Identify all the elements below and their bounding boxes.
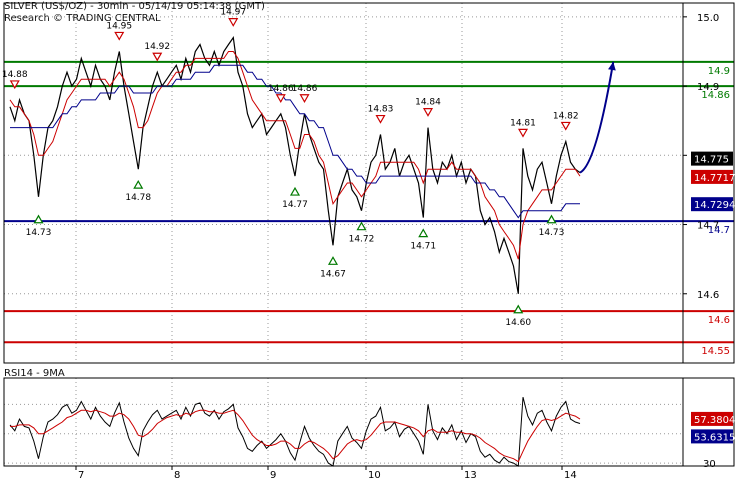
marker-low	[289, 186, 301, 196]
marker-high-label: 14.81	[510, 118, 536, 128]
marker-high	[152, 52, 163, 62]
chart-canvas[interactable]: 14.8814.7314.9514.7814.9214.9714.8614.77…	[0, 0, 735, 480]
x-tick-label: 7	[78, 470, 84, 480]
series-price	[9, 35, 581, 294]
rsi-last-value-label: 57.3804	[694, 415, 735, 426]
grid	[4, 3, 683, 466]
rsi-last-value-label: 53.6315	[694, 432, 735, 443]
series-ma-fast	[9, 51, 581, 260]
marker-low	[33, 214, 44, 224]
marker-high-label: 14.95	[106, 21, 132, 31]
series-rsi	[9, 396, 581, 467]
price-last-value-label: 14.7717	[694, 173, 735, 184]
marker-high-label: 14.97	[220, 8, 246, 18]
marker-high-label: 14.92	[144, 42, 170, 52]
x-tick-label: 10	[368, 470, 381, 480]
price-last-value-label: 14.775	[694, 155, 729, 166]
marker-low	[133, 179, 144, 189]
marker-low	[513, 304, 524, 314]
marker-high	[228, 18, 239, 27]
marker-high	[517, 128, 529, 138]
marker-high-label: 14.86	[292, 84, 318, 94]
marker-high-label: 14.84	[415, 98, 441, 108]
markers: 14.88 14.73 14.95 14.78 14.92 14.97 14.86 14.77…	[2, 8, 579, 328]
marker-low-label: 14.71	[410, 242, 436, 252]
marker-high	[299, 94, 310, 103]
x-tick-label: 14	[564, 470, 577, 480]
marker-high	[375, 114, 386, 124]
level-label-support: 14.6	[708, 315, 730, 326]
projection-arrow	[579, 61, 615, 174]
marker-low-label: 14.60	[505, 318, 531, 328]
marker-low-label: 14.78	[125, 193, 151, 203]
marker-high-label: 14.86	[268, 84, 294, 94]
marker-high	[114, 31, 125, 41]
level-label-support: 14.55	[701, 346, 730, 357]
marker-high-label: 14.83	[368, 105, 394, 115]
level-label-resistance: 14.86	[701, 90, 730, 101]
marker-high	[422, 108, 434, 117]
level-label-resistance: 14.9	[708, 66, 730, 77]
level-label-pivot: 14.7	[708, 225, 730, 236]
rsi-panel-frame	[3, 377, 735, 467]
marker-high-label: 14.88	[2, 70, 28, 80]
marker-high	[560, 121, 571, 131]
price-y-tick-label: 14.6	[697, 290, 719, 301]
marker-high	[275, 94, 286, 103]
projection-arrow-head	[608, 61, 616, 71]
marker-low-label: 14.77	[282, 200, 308, 210]
marker-low-label: 14.73	[26, 228, 52, 238]
marker-low-label: 14.73	[539, 228, 565, 238]
marker-low-label: 14.72	[349, 235, 375, 245]
price-last-value-label: 14.7294	[694, 200, 735, 211]
x-tick-label: 8	[174, 470, 180, 480]
marker-low-label: 14.67	[320, 269, 346, 279]
marker-low	[546, 214, 557, 224]
rsi-y-tick-label: 30	[703, 459, 716, 470]
x-tick-label: 9	[270, 470, 276, 480]
x-tick-label: 13	[464, 470, 477, 480]
price-y-tick-label: 15.0	[697, 13, 719, 24]
series-rsi-ma	[10, 409, 581, 463]
marker-low	[418, 228, 429, 238]
marker-low	[327, 256, 339, 265]
marker-low	[356, 221, 367, 231]
marker-high-label: 14.82	[553, 111, 579, 121]
series	[9, 35, 616, 467]
